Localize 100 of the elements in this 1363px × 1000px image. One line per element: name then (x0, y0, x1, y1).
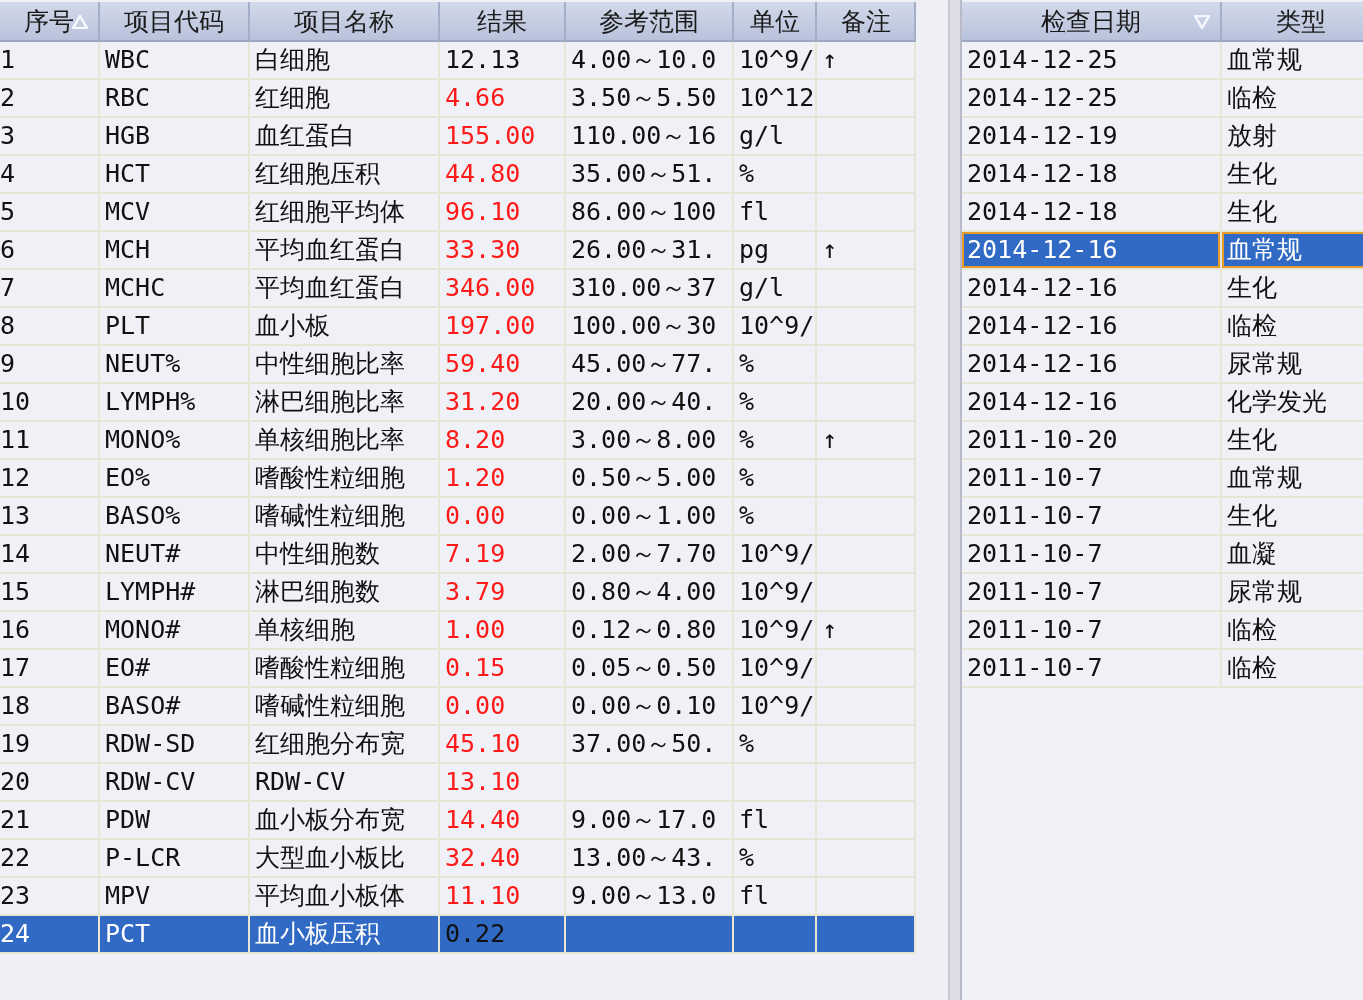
table-cell: 10 (0, 384, 100, 422)
table-cell: LYMPH% (100, 384, 250, 422)
table-cell[interactable]: 2014-12-16 (962, 308, 1222, 346)
table-cell[interactable]: 2014-12-16 (962, 384, 1222, 422)
table-cell: 6 (0, 232, 100, 270)
table-cell: RDW-CV (250, 764, 440, 802)
table-cell: 9 (0, 346, 100, 384)
table-cell: 淋巴细胞数 (250, 574, 440, 612)
table-cell: 嗜碱性粒细胞 (250, 688, 440, 726)
table-cell[interactable]: 2011-10-7 (962, 498, 1222, 536)
table-cell: ↑ (817, 42, 916, 80)
table-cell: 红细胞压积 (250, 156, 440, 194)
table-cell: 21 (0, 802, 100, 840)
table-cell: 10^9/ (734, 308, 817, 346)
table-cell: 8.20 (440, 422, 566, 460)
table-cell: 平均血红蛋白 (250, 232, 440, 270)
table-cell[interactable]: 2014-12-18 (962, 156, 1222, 194)
column-header[interactable]: 单位 (734, 2, 817, 42)
table-cell: EO# (100, 650, 250, 688)
column-header[interactable]: 项目代码 (100, 2, 250, 42)
table-cell[interactable]: 2014-12-16 (962, 270, 1222, 308)
table-cell: 单核细胞 (250, 612, 440, 650)
table-cell: 1.00 (440, 612, 566, 650)
table-cell[interactable]: 血常规 (1222, 232, 1363, 270)
table-cell: 12.13 (440, 42, 566, 80)
table-cell: MPV (100, 878, 250, 916)
column-header[interactable]: 项目名称 (250, 2, 440, 42)
table-cell[interactable]: 2014-12-16 (962, 232, 1222, 270)
table-cell[interactable]: 2011-10-7 (962, 574, 1222, 612)
table-cell: LYMPH# (100, 574, 250, 612)
table-cell: 平均血小板体 (250, 878, 440, 916)
table-cell[interactable]: 2014-12-25 (962, 80, 1222, 118)
table-cell: ↑ (817, 232, 916, 270)
table-cell: 11 (0, 422, 100, 460)
table-cell: % (734, 726, 817, 764)
table-cell: 14.40 (440, 802, 566, 840)
table-cell[interactable]: 2014-12-18 (962, 194, 1222, 232)
table-cell: 10^9/ (734, 42, 817, 80)
column-header[interactable]: 备注 (817, 2, 916, 42)
table-cell: 310.00～37 (566, 270, 734, 308)
table-cell: 11.10 (440, 878, 566, 916)
table-cell: 2 (0, 80, 100, 118)
table-cell: 10^9/ (734, 612, 817, 650)
table-cell[interactable]: 2011-10-7 (962, 650, 1222, 688)
table-cell: % (734, 460, 817, 498)
splitter[interactable] (948, 0, 962, 1000)
table-cell: 3.79 (440, 574, 566, 612)
table-cell: 14 (0, 536, 100, 574)
table-cell[interactable]: 2011-10-7 (962, 536, 1222, 574)
table-cell: 红细胞 (250, 80, 440, 118)
table-cell[interactable]: 2011-10-20 (962, 422, 1222, 460)
table-cell: fl (734, 878, 817, 916)
table-cell: % (734, 840, 817, 878)
table-cell: 10^9/ (734, 650, 817, 688)
table-cell: 17 (0, 650, 100, 688)
column-header[interactable]: 检查日期 (962, 2, 1222, 42)
table-cell: g/l (734, 270, 817, 308)
table-cell: % (734, 422, 817, 460)
table-cell: 中性细胞数 (250, 536, 440, 574)
table-cell: 血小板 (250, 308, 440, 346)
table-cell: 单核细胞比率 (250, 422, 440, 460)
table-cell: EO% (100, 460, 250, 498)
table-cell: 19 (0, 726, 100, 764)
table-cell[interactable]: 2014-12-19 (962, 118, 1222, 156)
table-cell: 110.00～16 (566, 118, 734, 156)
table-cell: HGB (100, 118, 250, 156)
table-cell: 96.10 (440, 194, 566, 232)
column-header[interactable]: 类型 (1222, 2, 1363, 42)
table-cell: 0.00～1.00 (566, 498, 734, 536)
table-cell: % (734, 384, 817, 422)
column-header[interactable]: 序号 (0, 2, 100, 42)
table-cell[interactable]: 2011-10-7 (962, 460, 1222, 498)
table-cell: 9.00～17.0 (566, 802, 734, 840)
table-cell: WBC (100, 42, 250, 80)
table-cell: 大型血小板比 (250, 840, 440, 878)
table-cell: 1 (0, 42, 100, 80)
table-cell: 血红蛋白 (250, 118, 440, 156)
table-cell[interactable]: 2014-12-25 (962, 42, 1222, 80)
column-header[interactable]: 结果 (440, 2, 566, 42)
table-cell: 16 (0, 612, 100, 650)
table-cell: MONO% (100, 422, 250, 460)
table-cell: 淋巴细胞比率 (250, 384, 440, 422)
table-cell: 3.00～8.00 (566, 422, 734, 460)
table-cell: 嗜碱性粒细胞 (250, 498, 440, 536)
table-cell: 24 (0, 916, 100, 954)
table-cell: % (734, 346, 817, 384)
table-cell: 37.00～50. (566, 726, 734, 764)
table-cell: RDW-SD (100, 726, 250, 764)
table-cell: 嗜酸性粒细胞 (250, 460, 440, 498)
table-cell: 20 (0, 764, 100, 802)
table-cell: MCHC (100, 270, 250, 308)
table-cell: 4.66 (440, 80, 566, 118)
table-cell: 7 (0, 270, 100, 308)
table-cell[interactable]: 2011-10-7 (962, 612, 1222, 650)
table-cell: 35.00～51. (566, 156, 734, 194)
table-cell: 血小板压积 (250, 916, 440, 954)
column-header[interactable]: 参考范围 (566, 2, 734, 42)
table-cell: 10^12 (734, 80, 817, 118)
table-cell: 7.19 (440, 536, 566, 574)
table-cell[interactable]: 2014-12-16 (962, 346, 1222, 384)
